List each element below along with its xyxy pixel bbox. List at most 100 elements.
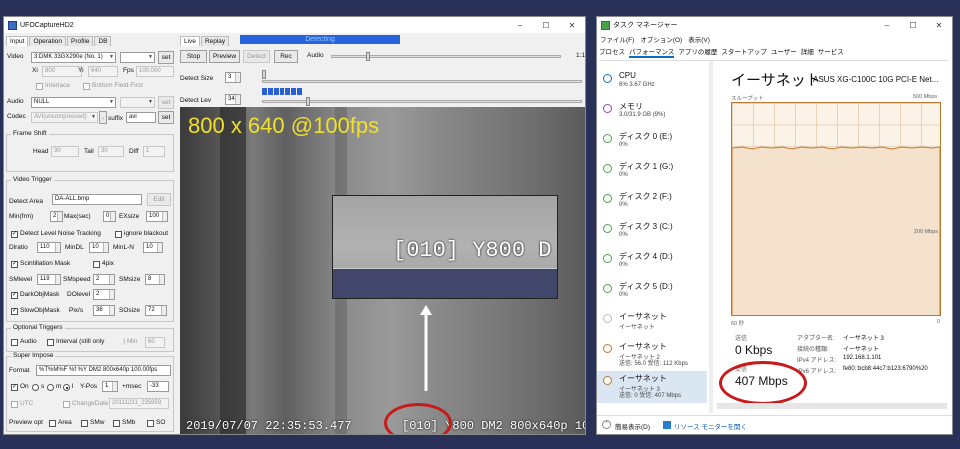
menu-view[interactable]: 表示(V) — [688, 34, 710, 44]
spin-icon[interactable] — [109, 275, 114, 284]
rec-button[interactable]: Rec — [274, 50, 298, 63]
audio-set-button[interactable]: set — [158, 96, 174, 109]
spin-icon[interactable] — [161, 306, 166, 315]
spin-icon[interactable] — [57, 212, 62, 221]
dlratio-field[interactable]: 110 — [37, 242, 61, 253]
detect-lev-slider-thumb[interactable] — [306, 97, 310, 106]
video-extra-select[interactable]: ▼ — [120, 52, 155, 63]
detect-size-slider-track[interactable] — [262, 80, 582, 83]
resource-item-ethernet2[interactable]: イーサネット イーサネット 2 送信: 56.0 受信: 112 Kbps — [597, 339, 707, 369]
tab-app-history[interactable]: アプリの履歴 — [678, 46, 717, 58]
smspeed-field[interactable]: 2 — [93, 274, 115, 285]
suffix-field[interactable]: avi — [126, 112, 156, 123]
tab-processes[interactable]: プロセス — [599, 46, 625, 58]
detect-lev-field[interactable]: 34 — [225, 94, 241, 105]
preview-area-checkbox[interactable] — [49, 420, 56, 427]
max-sec-field[interactable]: 0 — [103, 211, 116, 222]
interval-checkbox[interactable] — [47, 339, 54, 346]
head-field[interactable]: 30 — [51, 146, 79, 157]
spin-icon[interactable] — [109, 290, 114, 299]
yi-field[interactable]: 640 — [88, 66, 118, 77]
codec-browse-button[interactable]: . — [99, 111, 107, 124]
darkobj-checkbox[interactable]: ✓ — [11, 292, 18, 299]
resource-list-scrollbar[interactable] — [709, 61, 713, 413]
menu-options[interactable]: オプション(O) — [640, 34, 682, 44]
detect-lev-slider-track[interactable] — [262, 100, 582, 103]
tail-field[interactable]: 30 — [98, 146, 124, 157]
resource-item-disk3[interactable]: ディスク 3 (C:) 0% — [597, 219, 707, 249]
msec-field[interactable]: -33 — [147, 381, 169, 392]
resource-item-disk5[interactable]: ディスク 5 (D:) 0% — [597, 279, 707, 309]
smlevel-field[interactable]: 119 — [37, 274, 61, 285]
spin-icon[interactable] — [235, 95, 240, 104]
interlace-checkbox[interactable] — [36, 83, 43, 90]
resource-monitor-link[interactable]: リソース モニターを開く — [674, 421, 747, 431]
spin-icon[interactable] — [159, 275, 164, 284]
min-frm-field[interactable]: 2 — [50, 211, 63, 222]
video-device-select[interactable]: 3:DMK 33GX290e (No. 1) ▼ — [31, 52, 116, 63]
tab-performance[interactable]: パフォーマンス — [629, 46, 675, 58]
resource-item-cpu[interactable]: CPU 6% 3.67 GHz — [597, 69, 707, 99]
tab-users[interactable]: ユーザー — [771, 46, 797, 58]
audio-slider-thumb[interactable] — [366, 52, 370, 61]
tab-operation[interactable]: Operation — [29, 36, 67, 46]
resource-item-disk4[interactable]: ディスク 4 (D:) 0% — [597, 249, 707, 279]
stop-button[interactable]: Stop — [180, 50, 207, 63]
preview-button[interactable]: Preview — [209, 50, 240, 63]
video-set-button[interactable]: set — [158, 51, 174, 64]
tab-db[interactable]: DB — [94, 36, 112, 46]
resource-item-disk2[interactable]: ディスク 2 (F:) 0% — [597, 189, 707, 219]
menu-file[interactable]: ファイル(F) — [600, 34, 634, 44]
maximize-icon[interactable]: ☐ — [533, 21, 559, 30]
minimize-icon[interactable]: – — [507, 21, 533, 30]
size-s-radio[interactable] — [32, 384, 39, 391]
spin-icon[interactable] — [103, 243, 108, 252]
preview-smb-checkbox[interactable] — [113, 420, 120, 427]
detect-size-field[interactable]: 3 — [225, 72, 241, 83]
resource-item-memory[interactable]: メモリ 3.0/31.9 GB (9%) — [597, 99, 707, 129]
ypos-field[interactable]: 1 — [102, 381, 118, 392]
slowobj-checkbox[interactable]: ✓ — [11, 308, 18, 315]
utc-checkbox[interactable] — [11, 401, 18, 408]
spin-icon[interactable] — [55, 243, 60, 252]
bottom-field-checkbox[interactable] — [83, 83, 90, 90]
audio-extra-select[interactable]: ▼ — [120, 97, 155, 108]
changedate-checkbox[interactable] — [63, 401, 70, 408]
fps-field[interactable]: 100.000 — [136, 66, 174, 77]
detect-area-field[interactable]: DA-ALL.bmp — [52, 194, 142, 205]
spin-icon[interactable] — [55, 275, 60, 284]
codec-select[interactable]: AVI(uncompressed) ▼ — [31, 112, 98, 123]
changedate-field[interactable]: 20111231_235959 — [109, 398, 169, 409]
xi-field[interactable]: 800 — [42, 66, 82, 77]
tab-startup[interactable]: スタートアップ — [721, 46, 767, 58]
spin-icon[interactable] — [162, 212, 167, 221]
close-icon[interactable]: ✕ — [559, 21, 585, 30]
spin-icon[interactable] — [112, 382, 117, 391]
detect-noise-checkbox[interactable]: ✓ — [11, 231, 18, 238]
tab-replay[interactable]: Replay — [200, 36, 230, 46]
detect-area-edit-button[interactable]: Edit — [147, 193, 171, 206]
codec-set-button[interactable]: set — [158, 111, 174, 124]
scintillation-checkbox[interactable]: ✓ — [11, 261, 18, 268]
mindl-field[interactable]: 10 — [89, 242, 109, 253]
spin-icon[interactable] — [235, 73, 240, 82]
zoom-label[interactable]: 1:1 — [576, 51, 585, 61]
ignore-blackout-checkbox[interactable] — [115, 231, 122, 238]
tab-profile[interactable]: Profile — [67, 36, 94, 46]
close-icon[interactable]: ✕ — [926, 21, 952, 30]
tab-services[interactable]: サービス — [818, 46, 844, 58]
maximize-icon[interactable]: ☐ — [900, 21, 926, 30]
tab-input[interactable]: Input — [6, 36, 29, 46]
interval-min-field[interactable]: 60 — [145, 337, 165, 348]
resource-item-disk0[interactable]: ディスク 0 (E:) 0% — [597, 129, 707, 159]
resource-item-ethernet3[interactable]: イーサネット イーサネット 3 送信: 0 受信: 407 Mbps — [597, 371, 707, 403]
size-m-radio[interactable] — [47, 384, 54, 391]
spin-icon[interactable] — [109, 306, 114, 315]
format-field[interactable]: %T%M%F %f %Y DM2 800x640p 100.00fps — [36, 365, 171, 376]
resource-item-disk1[interactable]: ディスク 1 (G:) 0% — [597, 159, 707, 189]
minimize-icon[interactable]: – — [874, 21, 900, 30]
pixs-field[interactable]: 36 — [93, 305, 115, 316]
diff-field[interactable]: 1 — [143, 146, 165, 157]
detect-button[interactable]: Detect — [243, 50, 270, 63]
preview-smw-checkbox[interactable] — [81, 420, 88, 427]
